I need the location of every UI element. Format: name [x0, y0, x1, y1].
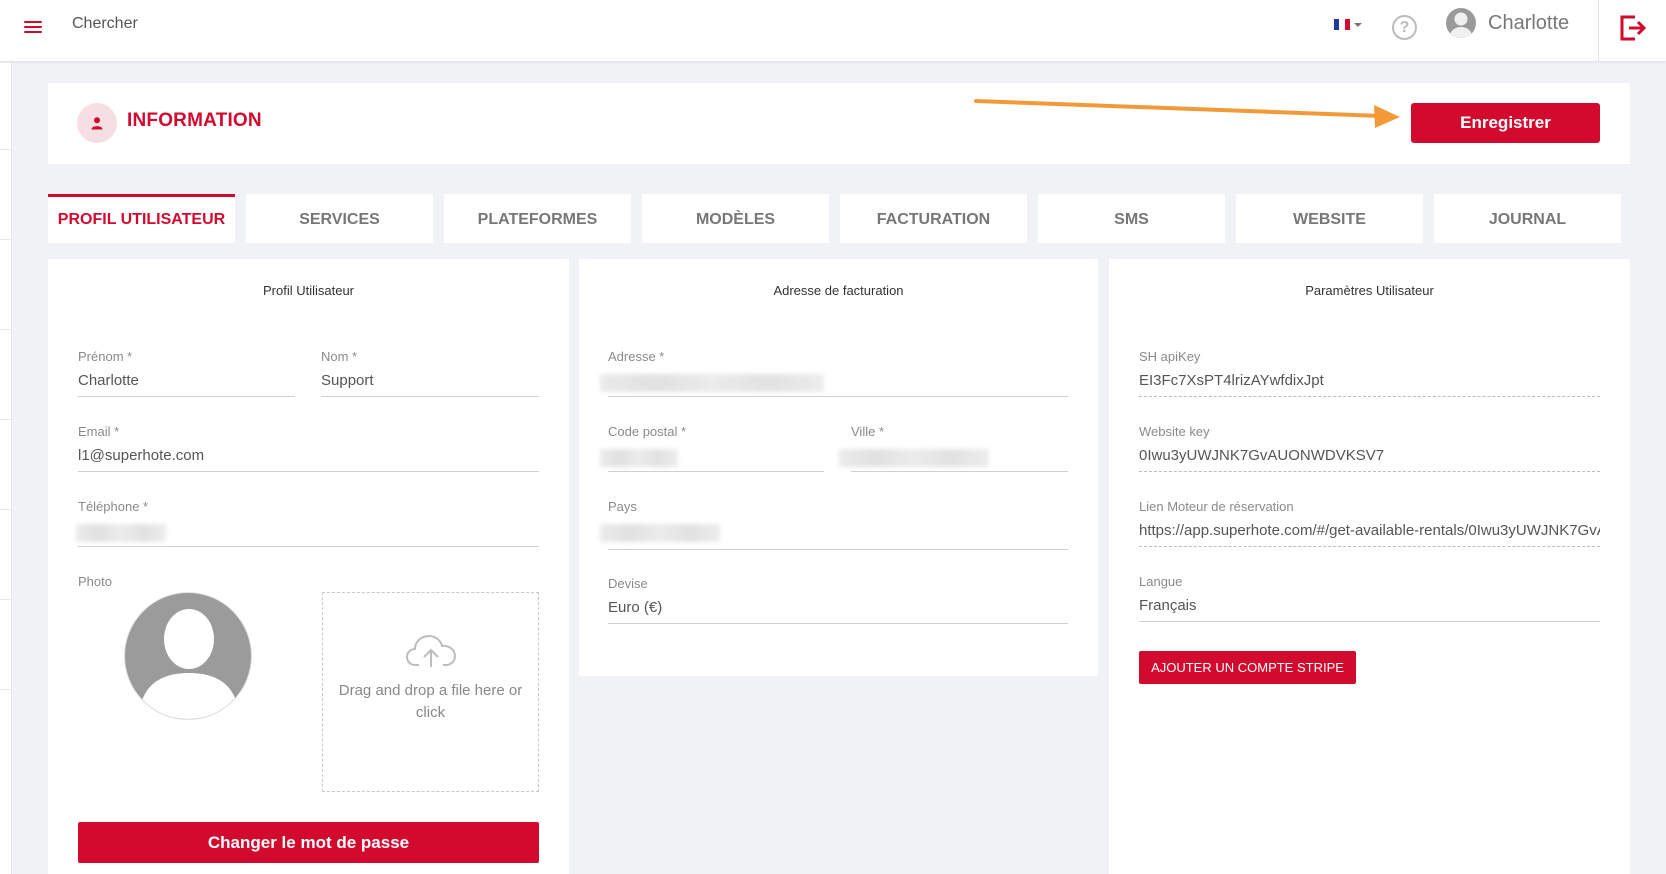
profile-photo-avatar — [124, 592, 252, 720]
hamburger-menu-icon[interactable] — [24, 18, 44, 34]
tab-bar: PROFIL UTILISATEUR SERVICES PLATEFORMES … — [48, 194, 1630, 244]
language-select[interactable] — [1139, 597, 1600, 614]
last-name-label: Nom * — [321, 349, 358, 364]
address-input-redacted[interactable] — [600, 374, 824, 392]
settings-panel: Paramètres Utilisateur SH apiKey Website… — [1109, 259, 1630, 874]
photo-label: Photo — [78, 574, 112, 589]
booking-link-label: Lien Moteur de réservation — [1139, 499, 1294, 514]
city-input-redacted[interactable] — [839, 449, 989, 467]
last-name-input[interactable] — [321, 372, 539, 389]
tab-services[interactable]: SERVICES — [246, 194, 433, 243]
tab-website[interactable]: WEBSITE — [1236, 194, 1423, 243]
tab-profil-utilisateur[interactable]: PROFIL UTILISATEUR — [48, 194, 235, 243]
page-title: INFORMATION — [127, 110, 262, 131]
profile-panel: Profil Utilisateur Prénom * Nom * Email … — [48, 259, 569, 874]
tab-sms[interactable]: SMS — [1038, 194, 1225, 243]
caret-down-icon — [1354, 22, 1362, 27]
tab-journal[interactable]: JOURNAL — [1434, 194, 1621, 243]
user-name: Charlotte — [1488, 11, 1570, 34]
topbar-divider — [1598, 0, 1599, 62]
help-icon[interactable]: ? — [1392, 15, 1417, 40]
phone-input-redacted[interactable] — [76, 524, 166, 542]
tab-plateformes[interactable]: PLATEFORMES — [444, 194, 631, 243]
profile-panel-title: Profil Utilisateur — [262, 283, 355, 298]
first-name-input[interactable] — [78, 372, 295, 389]
user-avatar-icon — [1446, 8, 1476, 38]
change-password-button[interactable]: Changer le mot de passe — [78, 822, 539, 863]
tab-modeles[interactable]: MODÈLES — [642, 194, 829, 243]
billing-panel: Adresse de facturation Adresse * Code po… — [579, 259, 1098, 676]
user-menu[interactable]: Charlotte — [1446, 8, 1569, 38]
french-flag-icon — [1334, 19, 1350, 30]
website-key-label: Website key — [1139, 424, 1210, 439]
settings-panel-title: Paramètres Utilisateur — [1305, 283, 1434, 298]
user-icon — [77, 103, 117, 143]
tab-facturation[interactable]: FACTURATION — [840, 194, 1027, 243]
currency-label: Devise — [608, 576, 648, 591]
language-selector[interactable] — [1334, 19, 1362, 30]
cloud-upload-icon — [405, 634, 457, 667]
website-key-input[interactable] — [1139, 447, 1600, 464]
save-button[interactable]: Enregistrer — [1411, 103, 1600, 143]
booking-link-input[interactable] — [1139, 522, 1600, 539]
photo-dropzone[interactable]: Drag and drop a file here or click — [322, 592, 539, 792]
annotation-arrow — [974, 99, 1400, 128]
logout-icon[interactable] — [1618, 13, 1648, 43]
billing-panel-title: Adresse de facturation — [773, 283, 904, 298]
city-label: Ville * — [851, 424, 885, 439]
email-input[interactable] — [78, 447, 539, 464]
top-navigation-bar: Chercher ? Charlotte — [0, 0, 1666, 62]
postal-code-input-redacted[interactable] — [600, 449, 678, 467]
api-key-label: SH apiKey — [1139, 349, 1201, 364]
api-key-input[interactable] — [1139, 372, 1600, 389]
language-label: Langue — [1139, 574, 1183, 589]
first-name-label: Prénom * — [78, 349, 133, 364]
left-sidebar-collapsed — [0, 63, 12, 874]
dropzone-text: Drag and drop a file here or click — [338, 682, 523, 721]
search-link[interactable]: Chercher — [72, 15, 138, 33]
add-stripe-account-button[interactable]: AJOUTER UN COMPTE STRIPE — [1139, 651, 1356, 684]
country-input-redacted[interactable] — [600, 524, 720, 542]
email-label: Email * — [78, 424, 120, 439]
phone-label: Téléphone * — [78, 499, 149, 514]
currency-input[interactable] — [608, 599, 1068, 616]
country-label: Pays — [608, 499, 637, 514]
address-label: Adresse * — [608, 349, 665, 364]
postal-code-label: Code postal * — [608, 424, 687, 439]
